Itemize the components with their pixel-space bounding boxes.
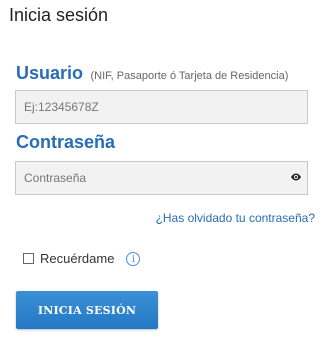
remember-me: Recuérdame i bbox=[23, 251, 141, 266]
user-label: Usuario (NIF, Pasaporte ó Tarjeta de Res… bbox=[16, 63, 288, 84]
remember-label: Recuérdame bbox=[40, 251, 115, 266]
eye-icon[interactable] bbox=[290, 170, 302, 182]
forgot-password-link[interactable]: ¿Has olvidado tu contraseña? bbox=[156, 211, 315, 225]
remember-checkbox[interactable] bbox=[23, 253, 34, 264]
user-input[interactable] bbox=[15, 90, 308, 124]
page-title: Inicia sesión bbox=[9, 5, 109, 25]
login-form: Inicia sesión Usuario (NIF, Pasaporte ó … bbox=[0, 0, 325, 337]
login-button[interactable]: INICIA SESIÓN bbox=[16, 291, 158, 329]
user-label-text: Usuario bbox=[16, 63, 84, 83]
password-input[interactable] bbox=[15, 161, 308, 195]
password-label-text: Contraseña bbox=[16, 132, 116, 152]
user-label-hint: (NIF, Pasaporte ó Tarjeta de Residencia) bbox=[90, 70, 289, 82]
info-icon[interactable]: i bbox=[126, 251, 141, 266]
password-label: Contraseña bbox=[16, 132, 115, 153]
